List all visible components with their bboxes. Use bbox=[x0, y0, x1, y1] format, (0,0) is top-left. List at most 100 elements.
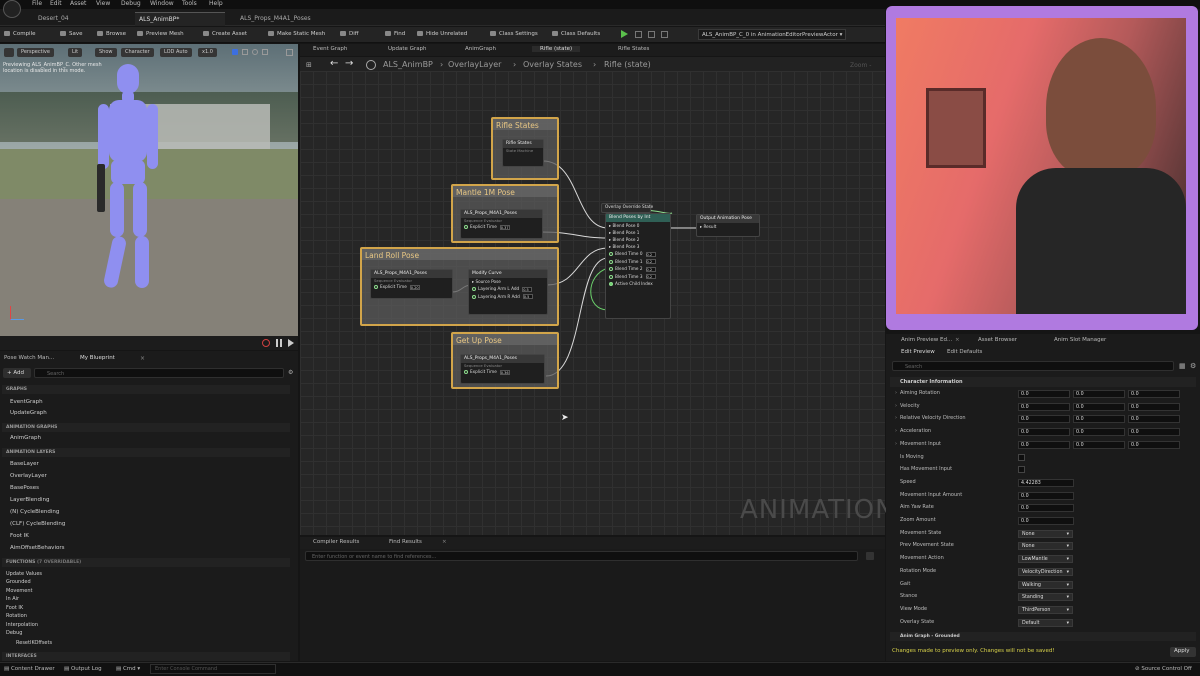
pin-value[interactable]: 0.37 bbox=[499, 224, 510, 230]
vector-component-field[interactable]: 0.0 bbox=[1073, 440, 1125, 449]
vector-component-field[interactable]: 0.0 bbox=[1018, 440, 1070, 449]
pin-blend-time-1[interactable]: Blend Time 1 0.2 bbox=[606, 258, 670, 266]
vector-component-field[interactable]: 0.0 bbox=[1073, 415, 1125, 424]
pin-layering-arm-l[interactable]: Layering Arm L Add 0.5 bbox=[469, 285, 547, 293]
pin-result[interactable]: ▸ Result bbox=[697, 223, 759, 230]
expand-arrow-icon[interactable]: › bbox=[895, 415, 897, 421]
pin-blend-time-0[interactable]: Blend Time 0 0.2 bbox=[606, 250, 670, 258]
pin-blend-pose-1[interactable]: ▸ Blend Pose 1 bbox=[606, 229, 670, 236]
pin-blend-pose-0[interactable]: ▸ Blend Pose 0 bbox=[606, 222, 670, 229]
detail-row: Overlay State Default ▾ bbox=[900, 618, 1190, 629]
enum-dropdown[interactable]: VelocityDirection ▾ bbox=[1018, 567, 1073, 576]
vector-component-field[interactable]: 0.0 bbox=[1073, 428, 1125, 437]
pin-value[interactable]: 0.2 bbox=[645, 259, 656, 264]
pin-explicit-time[interactable]: Explicit Time 0.37 bbox=[461, 223, 542, 231]
grid-view-icon[interactable]: ▦ bbox=[1179, 362, 1186, 370]
expand-arrow-icon[interactable]: › bbox=[895, 441, 897, 447]
pin-blend-time-2[interactable]: Blend Time 2 0.2 bbox=[606, 265, 670, 273]
apply-button[interactable]: Apply bbox=[1170, 647, 1196, 657]
node-land-roll-sequence[interactable]: ALS_Props_M4A1_Poses Sequence Evaluator … bbox=[370, 269, 453, 299]
node-modify-curve[interactable]: Modify Curve ▸ Source Pose Layering Arm … bbox=[468, 269, 548, 315]
settings-gear-icon[interactable]: ⚙ bbox=[1190, 362, 1196, 370]
vector-component-field[interactable]: 0.0 bbox=[1018, 390, 1070, 398]
node-mantle-sequence[interactable]: ALS_Props_M4A1_Poses Sequence Evaluator … bbox=[460, 209, 543, 239]
number-field[interactable]: 0.0 bbox=[1018, 517, 1074, 525]
enum-dropdown[interactable]: Walking ▾ bbox=[1018, 580, 1073, 589]
find-results-search-input[interactable]: Enter function or event name to find ref… bbox=[305, 551, 858, 561]
edit-defaults-tab[interactable]: Edit Defaults bbox=[947, 349, 982, 355]
close-icon[interactable]: × bbox=[442, 539, 447, 545]
pin-blend-pose-3[interactable]: ▸ Blend Pose 3 bbox=[606, 243, 670, 250]
enum-dropdown[interactable]: None ▾ bbox=[1018, 529, 1073, 538]
number-field[interactable]: 0.0 bbox=[1018, 491, 1074, 500]
vector-component-field[interactable]: 0.0 bbox=[1128, 402, 1180, 411]
detail-row: Rotation Mode VelocityDirection ▾ bbox=[900, 567, 1190, 578]
dropdown-value: None bbox=[1022, 544, 1035, 550]
pin-label: Blend Pose 1 bbox=[612, 230, 640, 235]
console-command-input[interactable]: Enter Console Command bbox=[150, 664, 276, 674]
edit-preview-tab[interactable]: Edit Preview bbox=[901, 349, 935, 355]
node-blend-poses-by-int[interactable]: Blend Poses by Int ▸ Blend Pose 0 ▸ Blen… bbox=[605, 213, 671, 319]
output-log-button[interactable]: ▤ Output Log bbox=[64, 666, 102, 672]
pin-active-child-index[interactable]: Active Child Index bbox=[606, 280, 670, 287]
enum-dropdown[interactable]: None ▾ bbox=[1018, 542, 1073, 551]
pin-blend-time-3[interactable]: Blend Time 3 0.2 bbox=[606, 273, 670, 281]
expand-arrow-icon[interactable]: › bbox=[895, 428, 897, 434]
pin-blend-pose-2[interactable]: ▸ Blend Pose 2 bbox=[606, 236, 670, 243]
pin-label: Blend Pose 2 bbox=[612, 237, 640, 242]
section-anim-graph-grounded[interactable]: Anim Graph - Grounded bbox=[890, 632, 1196, 641]
enum-dropdown[interactable]: Standing ▾ bbox=[1018, 593, 1073, 602]
detail-label: Velocity bbox=[900, 402, 920, 409]
node-overlay-override-state[interactable]: Overlay Override State bbox=[601, 203, 653, 213]
pin-explicit-time[interactable]: Explicit Time 0.36 bbox=[461, 368, 544, 376]
enum-dropdown[interactable]: Default ▾ bbox=[1018, 618, 1073, 627]
enum-dropdown[interactable]: LowMantle ▾ bbox=[1018, 555, 1073, 564]
vector-component-field[interactable]: 0.0 bbox=[1128, 428, 1180, 437]
pin-value[interactable]: 0.5 bbox=[522, 286, 533, 292]
vector-component-field[interactable]: 0.0 bbox=[1018, 415, 1070, 424]
pin-value[interactable]: 0.36 bbox=[499, 369, 510, 375]
detail-label: Overlay State bbox=[900, 618, 935, 625]
vector-component-field[interactable]: 0.0 bbox=[1018, 428, 1070, 437]
pin-value[interactable]: 0.2 bbox=[645, 266, 656, 272]
tab-anim-slot-manager[interactable]: Anim Slot Manager bbox=[1054, 337, 1106, 343]
node-get-up-sequence[interactable]: ALS_Props_M4A1_Poses Sequence Evaluator … bbox=[460, 354, 545, 384]
vector-component-field[interactable]: 0.0 bbox=[1073, 390, 1125, 398]
close-icon[interactable]: × bbox=[955, 337, 960, 343]
node-rifle-states[interactable]: Rifle States State Machine bbox=[502, 139, 544, 167]
number-field[interactable]: 0.0 bbox=[1018, 504, 1074, 513]
tab-anim-preview-editor[interactable]: Anim Preview Ed... bbox=[901, 337, 952, 343]
pin-layering-arm-r[interactable]: Layering Arm R Add 0.5 bbox=[469, 293, 547, 301]
vector-component-field[interactable]: 0.0 bbox=[1128, 390, 1180, 398]
dropdown-value: None bbox=[1022, 531, 1035, 537]
vector-component-field[interactable]: 0.0 bbox=[1073, 402, 1125, 411]
tab-find-results[interactable]: Find Results bbox=[389, 539, 422, 545]
pin-label: Blend Time 0 bbox=[615, 251, 643, 256]
details-search-input[interactable]: Search bbox=[892, 361, 1174, 371]
tab-asset-browser[interactable]: Asset Browser bbox=[978, 337, 1017, 343]
checkbox[interactable] bbox=[1018, 466, 1025, 474]
pin-value[interactable]: 0.2 bbox=[645, 274, 656, 279]
checkbox[interactable] bbox=[1018, 453, 1025, 461]
content-drawer-button[interactable]: ▤ Content Drawer bbox=[4, 666, 55, 672]
section-character-information[interactable]: Character Information bbox=[890, 377, 1196, 387]
pin-value[interactable]: 0.5 bbox=[522, 294, 533, 299]
comment-title: Rifle States bbox=[493, 119, 557, 130]
vector-component-field[interactable]: 0.0 bbox=[1128, 415, 1180, 424]
find-options-icon[interactable] bbox=[866, 552, 874, 560]
node-output-pose[interactable]: Output Animation Pose ▸ Result bbox=[696, 214, 760, 237]
pin-explicit-time[interactable]: Explicit Time 0.20 bbox=[371, 283, 452, 291]
pin-value[interactable]: 0.20 bbox=[409, 284, 420, 290]
tab-compiler-results[interactable]: Compiler Results bbox=[313, 539, 359, 545]
vector-component-field[interactable]: 0.0 bbox=[1018, 402, 1070, 411]
pin-value[interactable]: 0.2 bbox=[645, 251, 656, 257]
cmd-dropdown[interactable]: ▤ Cmd ▾ bbox=[116, 666, 140, 672]
enum-dropdown[interactable]: ThirdPerson ▾ bbox=[1018, 605, 1073, 614]
source-control-button[interactable]: ⊘ Source Control Off bbox=[1135, 666, 1192, 672]
pin-source-pose[interactable]: ▸ Source Pose bbox=[469, 278, 547, 285]
number-field[interactable]: 4.42283 bbox=[1018, 478, 1074, 487]
vector-component-field[interactable]: 0.0 bbox=[1128, 440, 1180, 449]
expand-arrow-icon[interactable]: › bbox=[895, 403, 897, 409]
expand-arrow-icon[interactable]: › bbox=[895, 390, 897, 396]
unreal-logo-icon[interactable] bbox=[3, 0, 21, 18]
